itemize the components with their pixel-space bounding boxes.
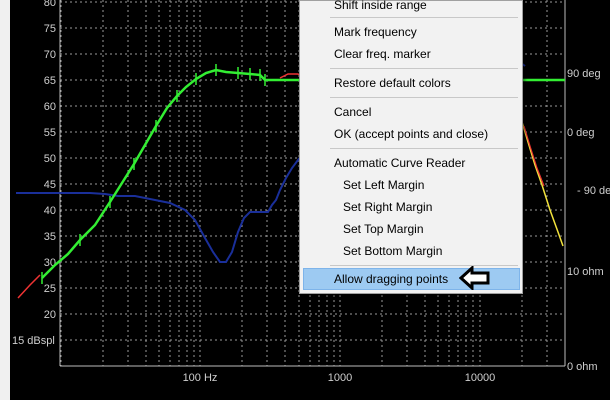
y-unit-label: 15 dBspl bbox=[12, 335, 55, 347]
menu-item-allow-dragging-points[interactable]: Allow dragging points bbox=[334, 269, 448, 289]
menu-item-mark-frequency[interactable]: Mark frequency bbox=[334, 22, 417, 42]
right-tick-label: - 90 deg bbox=[577, 185, 610, 197]
y-tick-label: 65 bbox=[44, 75, 56, 87]
right-tick-label: 10 ohm bbox=[567, 266, 604, 278]
menu-item-ok-accept[interactable]: OK (accept points and close) bbox=[334, 124, 488, 144]
y-tick-label: 55 bbox=[44, 127, 56, 139]
menu-item-set-bottom-margin[interactable]: Set Bottom Margin bbox=[343, 241, 442, 261]
menu-separator bbox=[330, 17, 518, 18]
y-tick-label: 20 bbox=[44, 309, 56, 321]
y-tick-label: 70 bbox=[44, 49, 56, 61]
context-menu: Shift inside range Mark frequency Clear … bbox=[299, 0, 523, 294]
right-tick-label: 90 deg bbox=[567, 68, 601, 80]
menu-item-shift-inside-range[interactable]: Shift inside range bbox=[334, 0, 427, 15]
menu-item-automatic-curve-reader[interactable]: Automatic Curve Reader bbox=[334, 153, 465, 173]
y-tick-label: 25 bbox=[44, 283, 56, 295]
y-tick-label: 40 bbox=[44, 205, 56, 217]
x-tick-label: 10000 bbox=[465, 372, 496, 384]
menu-item-set-top-margin[interactable]: Set Top Margin bbox=[343, 219, 424, 239]
y-tick-label: 35 bbox=[44, 231, 56, 243]
y-tick-label: 45 bbox=[44, 179, 56, 191]
menu-separator bbox=[330, 68, 518, 69]
menu-separator bbox=[330, 97, 518, 98]
window-left-border bbox=[0, 0, 10, 400]
right-tick-label: 0 deg bbox=[567, 127, 595, 139]
phase-curve-red bbox=[523, 125, 545, 187]
spl-curve bbox=[41, 68, 309, 279]
menu-item-cancel[interactable]: Cancel bbox=[334, 102, 371, 122]
menu-separator bbox=[330, 148, 518, 149]
y-tick-label: 75 bbox=[44, 23, 56, 35]
y-tick-label: 50 bbox=[44, 153, 56, 165]
right-tick-label: 0 ohm bbox=[567, 361, 598, 373]
menu-item-set-right-margin[interactable]: Set Right Margin bbox=[343, 197, 432, 217]
x-tick-label: 100 Hz bbox=[183, 372, 218, 384]
menu-item-restore-default-colors[interactable]: Restore default colors bbox=[334, 73, 451, 93]
menu-item-set-left-margin[interactable]: Set Left Margin bbox=[343, 175, 424, 195]
x-tick-label: 1000 bbox=[328, 372, 352, 384]
menu-item-clear-freq-marker[interactable]: Clear freq. marker bbox=[334, 44, 431, 64]
left-arrow-icon bbox=[459, 266, 490, 290]
y-tick-label: 80 bbox=[44, 0, 56, 9]
y-tick-label: 60 bbox=[44, 101, 56, 113]
